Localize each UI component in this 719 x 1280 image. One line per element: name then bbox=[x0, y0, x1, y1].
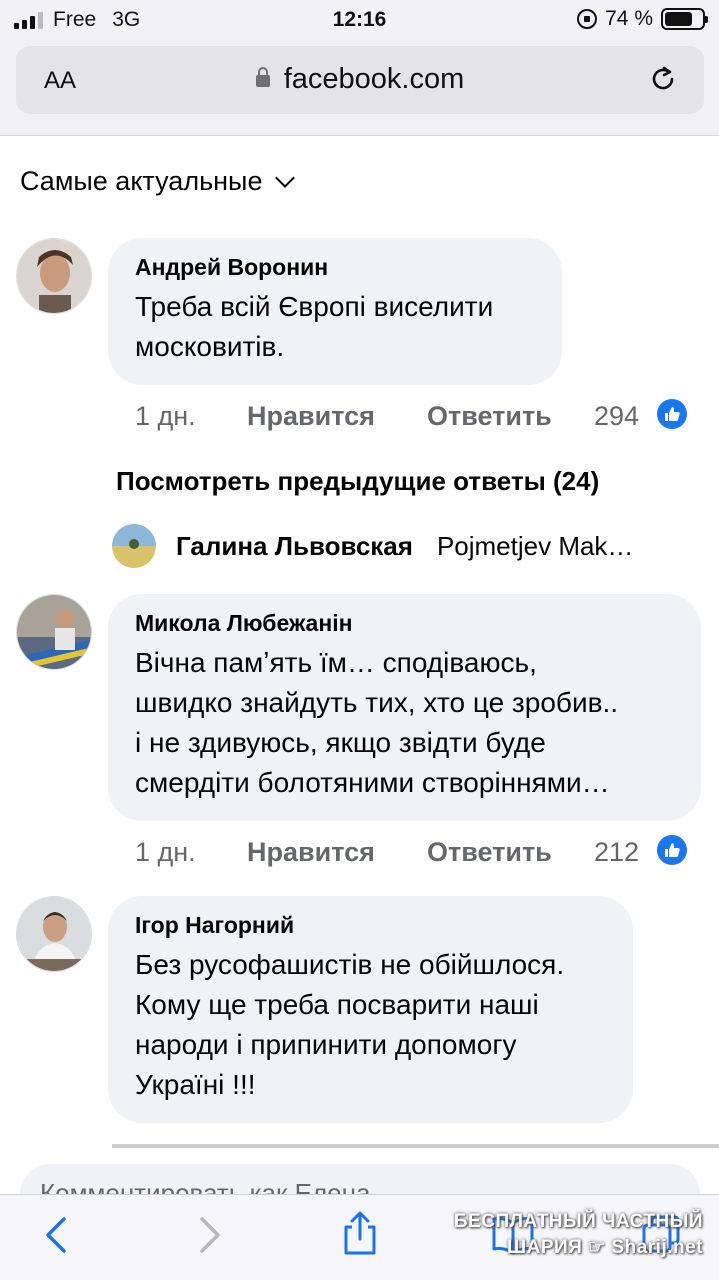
watermark: БЕСПЛАТНЫЙ ЧАСТНЫЙ ШАРИЯ ☞ Sharij.net bbox=[453, 1211, 703, 1258]
address-bar[interactable]: AA facebook.com bbox=[16, 46, 704, 114]
comment-actions: 1 дн. Нравится Ответить 212 bbox=[135, 837, 695, 868]
padlock-icon bbox=[255, 67, 270, 87]
like-count[interactable]: 294 bbox=[594, 401, 639, 432]
comment-bubble: Андрей Воронин Треба всій Європі виселит… bbox=[108, 238, 562, 385]
comment-text: Треба всій Європі виселити московитів. bbox=[135, 291, 494, 362]
comment-input[interactable]: Комментировать как Елена bbox=[20, 1164, 700, 1194]
comment-time[interactable]: 1 дн. bbox=[135, 401, 247, 432]
comment-text: Без русофашистів не обійшлося. Кому ще т… bbox=[135, 949, 565, 1100]
view-previous-replies[interactable]: Посмотреть предыдущие ответы (24) bbox=[116, 466, 599, 497]
comment-time[interactable]: 1 дн. bbox=[135, 837, 247, 868]
chevron-right-icon[interactable] bbox=[194, 1213, 226, 1257]
thumbs-up-icon bbox=[657, 835, 687, 865]
comment-composer-area: Комментировать как Елена bbox=[0, 1148, 719, 1194]
like-button[interactable]: Нравится bbox=[247, 401, 427, 432]
battery-percentage: 74 % bbox=[605, 7, 653, 30]
avatar[interactable] bbox=[16, 594, 92, 670]
battery-icon bbox=[661, 8, 708, 30]
comment-bubble: Ігор Нагорний Без русофашистів не обійшл… bbox=[108, 896, 633, 1123]
comment-bubble: Микола Любежанін Вічна памʼять їм… споді… bbox=[108, 594, 701, 821]
reply-snippet: Pojmetjev Mak… bbox=[436, 530, 634, 561]
status-bar: Free 3G 12:16 74 % bbox=[0, 0, 719, 42]
comment-text: Вічна памʼять їм… сподіваюсь, швидко зна… bbox=[135, 647, 619, 798]
browser-bottom-bar: БЕСПЛАТНЫЙ ЧАСТНЫЙ ШАРИЯ ☞ Sharij.net bbox=[0, 1194, 719, 1280]
like-count[interactable]: 212 bbox=[594, 837, 639, 868]
avatar[interactable] bbox=[16, 896, 92, 972]
reload-icon[interactable] bbox=[648, 64, 678, 94]
orientation-lock-icon bbox=[577, 9, 598, 29]
reply-button[interactable]: Ответить bbox=[427, 837, 594, 868]
chevron-left-icon[interactable] bbox=[40, 1213, 72, 1257]
comment-author[interactable]: Андрей Воронин bbox=[135, 254, 534, 281]
reply-author: Галина Львовская bbox=[176, 530, 413, 561]
sort-dropdown[interactable]: Самые актуальные bbox=[20, 166, 296, 197]
comment-actions: 1 дн. Нравится Ответить 294 bbox=[135, 401, 695, 432]
chevron-down-icon bbox=[275, 167, 296, 188]
reply-preview[interactable]: Галина Львовская Pojmetjev Mak… bbox=[112, 524, 702, 568]
comment-author[interactable]: Микола Любежанін bbox=[135, 610, 673, 637]
sort-label: Самые актуальные bbox=[20, 166, 263, 196]
comment-author[interactable]: Ігор Нагорний bbox=[135, 912, 605, 939]
reply-button[interactable]: Ответить bbox=[427, 401, 594, 432]
share-icon[interactable] bbox=[340, 1209, 380, 1257]
browser-toolbar: AA facebook.com bbox=[0, 42, 719, 136]
avatar[interactable] bbox=[16, 238, 92, 314]
url-text: facebook.com bbox=[283, 63, 465, 95]
avatar[interactable] bbox=[112, 524, 156, 568]
comment-input-placeholder: Комментировать как Елена bbox=[40, 1178, 371, 1194]
thumbs-up-icon bbox=[657, 399, 687, 429]
like-button[interactable]: Нравится bbox=[247, 837, 427, 868]
